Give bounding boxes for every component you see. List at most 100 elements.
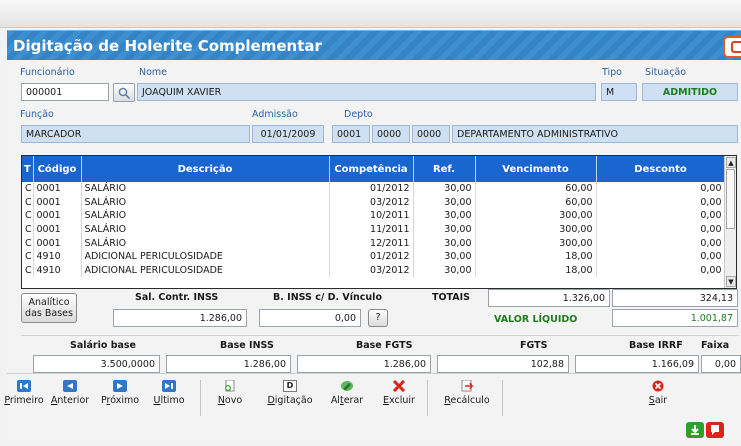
help-button[interactable]: ? xyxy=(368,309,388,327)
toolbar-separator xyxy=(502,380,503,416)
cell-codigo: 4910 xyxy=(33,249,82,264)
cell-ref: 30,00 xyxy=(413,222,476,237)
alterar-rest: erar xyxy=(343,395,364,406)
next-record-icon xyxy=(113,380,127,392)
table-row[interactable]: C 0001 SALÁRIO 03/2012 30,00 60,00 0,00 xyxy=(22,195,726,210)
cell-ref: 30,00 xyxy=(413,249,476,264)
cell-vencimento: 300,00 xyxy=(475,222,597,237)
proximo-rest: óximo xyxy=(110,395,140,406)
alterar-button[interactable]: Alterar xyxy=(324,380,370,406)
col-header-ref[interactable]: Ref. xyxy=(413,156,476,182)
cell-codigo: 0001 xyxy=(33,236,82,250)
total-desconto-field[interactable]: 324,13 xyxy=(612,289,738,307)
base-inss-label: Base INSS xyxy=(220,340,274,351)
cell-competencia: 01/2012 xyxy=(329,249,414,264)
cell-ref: 30,00 xyxy=(413,209,476,223)
col-header-competencia[interactable]: Competência xyxy=(329,156,414,182)
sal-contr-inss-field[interactable]: 1.286,00 xyxy=(113,309,247,327)
grid-scrollbar[interactable]: ▲ ▼ xyxy=(724,156,736,288)
digitacao-button[interactable]: D Digitação xyxy=(262,380,318,406)
base-irrf-field[interactable]: 1.166,09 xyxy=(575,355,699,373)
b-inss-field[interactable]: 0,00 xyxy=(259,309,361,327)
search-employee-button[interactable] xyxy=(113,83,135,102)
first-record-icon xyxy=(17,380,31,392)
fgts-label: FGTS xyxy=(520,340,548,351)
table-row[interactable]: C 0001 SALÁRIO 01/2012 30,00 60,00 0,00 xyxy=(22,182,726,196)
novo-rest: ovo xyxy=(224,395,243,406)
table-row[interactable]: C 0001 SALÁRIO 12/2011 30,00 300,00 0,00 xyxy=(22,236,726,250)
cell-vencimento: 60,00 xyxy=(475,195,597,210)
col-header-codigo[interactable]: Código xyxy=(33,156,82,182)
ultimo-rest: ltimo xyxy=(160,395,185,406)
cell-tipo: C xyxy=(22,182,34,196)
cell-competencia: 03/2012 xyxy=(329,195,414,210)
col-header-descricao[interactable]: Descrição xyxy=(81,156,330,182)
novo-button[interactable]: Novo xyxy=(210,380,250,406)
alert-icon[interactable] xyxy=(706,422,724,438)
scroll-down-icon[interactable]: ▼ xyxy=(726,276,736,287)
anterior-button[interactable]: Anterior xyxy=(45,380,95,406)
cell-tipo: C xyxy=(22,195,34,210)
payroll-items-grid[interactable]: T Código Descrição Competência Ref. Venc… xyxy=(21,155,737,289)
cell-desconto: 0,00 xyxy=(596,263,726,278)
navigation-toolbar: Primeiro Anterior Próximo Ultimo Novo D … xyxy=(4,373,741,419)
table-row[interactable]: C 4910 ADICIONAL PERICULOSIDADE 01/2012 30,0… xyxy=(22,249,726,264)
cell-competencia: 12/2011 xyxy=(329,236,414,250)
download-icon[interactable] xyxy=(686,422,704,438)
analitico-bases-button[interactable]: Analítico das Bases xyxy=(21,293,77,323)
col-header-vencimento[interactable]: Vencimento xyxy=(475,156,597,182)
faixa-field[interactable]: 0,00 xyxy=(701,355,741,373)
main-panel: Funcionário 000001 Nome JOAQUIM XAVIER T… xyxy=(4,61,741,441)
grid-header-row: T Código Descrição Competência Ref. Venc… xyxy=(22,156,726,182)
ultimo-button[interactable]: Ultimo xyxy=(147,380,191,406)
funcao-field[interactable]: MARCADOR xyxy=(21,125,250,143)
scroll-thumb[interactable] xyxy=(726,169,735,229)
cell-tipo: C xyxy=(22,263,34,278)
cell-desconto: 0,00 xyxy=(596,222,726,237)
table-row[interactable]: C 0001 SALÁRIO 10/2011 30,00 300,00 0,00 xyxy=(22,209,726,223)
faixa-label: Faixa xyxy=(701,340,730,351)
depto-code-1[interactable]: 0001 xyxy=(332,125,370,143)
close-window-icon[interactable] xyxy=(723,36,741,58)
cell-competencia: 10/2011 xyxy=(329,209,414,223)
scroll-up-icon[interactable]: ▲ xyxy=(726,157,736,168)
nome-label: Nome xyxy=(139,67,168,78)
valor-liquido-field[interactable]: 1.001,87 xyxy=(612,309,738,327)
cell-tipo: C xyxy=(22,249,34,264)
fgts-field[interactable]: 102,88 xyxy=(437,355,569,373)
cell-descricao: ADICIONAL PERICULOSIDADE xyxy=(81,263,330,278)
funcionario-field[interactable]: 000001 xyxy=(21,83,109,101)
recalculo-button[interactable]: Recálculo xyxy=(439,380,495,406)
table-row[interactable]: C 4910 ADICIONAL PERICULOSIDADE 03/2012 30,0… xyxy=(22,263,726,278)
cell-codigo: 0001 xyxy=(33,195,82,210)
situacao-field[interactable]: ADMITIDO xyxy=(642,83,738,101)
admissao-label: Admissão xyxy=(252,109,298,120)
totais-label: TOTAIS xyxy=(432,292,471,303)
edit-icon xyxy=(341,381,353,391)
valor-liquido-label: VALOR LÍQUIDO xyxy=(494,314,578,325)
depto-code-2[interactable]: 0000 xyxy=(372,125,410,143)
cell-vencimento: 300,00 xyxy=(475,209,597,223)
depto-code-3[interactable]: 0000 xyxy=(412,125,450,143)
primeiro-button[interactable]: Primeiro xyxy=(1,380,47,406)
col-header-t[interactable]: T xyxy=(22,156,34,182)
proximo-button[interactable]: Próximo xyxy=(96,380,144,406)
cell-ref: 30,00 xyxy=(413,195,476,210)
base-inss-field[interactable]: 1.286,00 xyxy=(166,355,291,373)
sair-button[interactable]: Sair xyxy=(643,380,673,406)
salario-base-field[interactable]: 3.500,0000 xyxy=(33,355,160,373)
table-row[interactable]: C 0001 SALÁRIO 11/2011 30,00 300,00 0,00 xyxy=(22,222,726,237)
excluir-button[interactable]: Excluir xyxy=(379,380,419,406)
top-strip xyxy=(0,0,741,28)
depto-name-field[interactable]: DEPARTAMENTO ADMINISTRATIVO xyxy=(452,125,738,143)
base-fgts-field[interactable]: 1.286,00 xyxy=(297,355,431,373)
tipo-field[interactable]: M xyxy=(601,83,637,101)
nome-field[interactable]: JOAQUIM XAVIER xyxy=(137,83,596,101)
tipo-label: Tipo xyxy=(602,67,622,78)
cell-codigo: 0001 xyxy=(33,222,82,237)
col-header-desconto[interactable]: Desconto xyxy=(596,156,726,182)
total-vencimento-field[interactable]: 1.326,00 xyxy=(488,289,610,307)
admissao-field[interactable]: 01/01/2009 xyxy=(252,125,324,143)
cell-tipo: C xyxy=(22,236,34,250)
toolbar-separator xyxy=(200,380,201,416)
